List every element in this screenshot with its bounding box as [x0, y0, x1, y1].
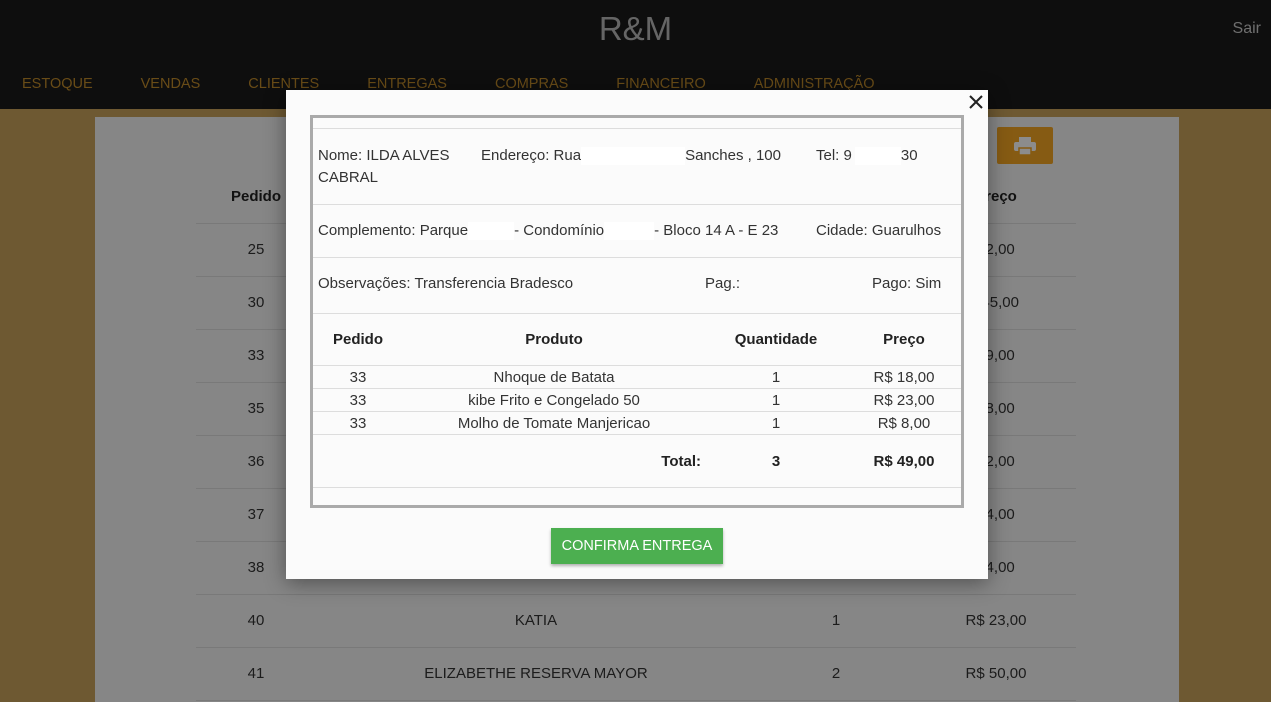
complement-prefix: Complemento: Parque [318, 222, 469, 239]
complement-mid: - Condomínio [514, 222, 605, 239]
address-suffix: Sanches , 100 [685, 147, 781, 164]
customer-complement-row: Complemento: Parque - Condomínio - Bloco 1… [313, 204, 961, 257]
payment-method: Pag.: [705, 275, 741, 292]
total-row: Total: 3 R$ 49,00 [313, 434, 961, 488]
complement-suffix: - Bloco 14 A - E 23 [654, 222, 779, 239]
items-col-quantidade: Quantidade [705, 313, 847, 366]
total-empty [313, 434, 403, 488]
paid-status: Pago: Sim [872, 275, 942, 292]
list-item: 33 kibe Frito e Congelado 50 1 R$ 23,00 [313, 388, 961, 412]
total-price: R$ 49,00 [847, 434, 961, 488]
item-quantidade: 1 [705, 365, 847, 389]
redacted-block [604, 222, 655, 241]
close-icon[interactable] [966, 92, 986, 112]
total-quantity: 3 [705, 434, 847, 488]
items-header-row: Pedido Produto Quantidade Preço [313, 313, 961, 366]
customer-name-cont: CABRAL [318, 169, 379, 186]
total-label: Total: [403, 434, 705, 488]
item-produto: kibe Frito e Congelado 50 [403, 388, 705, 412]
phone-suffix: 30 [900, 147, 918, 164]
item-produto: Molho de Tomate Manjericao [403, 411, 705, 435]
redacted-block [581, 147, 686, 166]
item-pedido: 33 [313, 388, 403, 412]
item-preco: R$ 18,00 [847, 365, 961, 389]
customer-info-row: Nome: ILDA ALVES CABRAL Endereço: Rua San… [313, 128, 961, 204]
item-produto: Nhoque de Batata [403, 365, 705, 389]
item-pedido: 33 [313, 365, 403, 389]
confirm-delivery-button[interactable]: CONFIRMA ENTREGA [551, 528, 723, 564]
item-quantidade: 1 [705, 411, 847, 435]
delivery-modal: Nome: ILDA ALVES CABRAL Endereço: Rua San… [286, 90, 988, 579]
redacted-block [468, 222, 515, 241]
customer-address: Endereço: Rua Sanches , 100 [481, 145, 781, 167]
customer-notes: Observações: Transferencia Bradesco [318, 275, 574, 292]
redacted-block [854, 147, 901, 166]
delivery-receipt: Nome: ILDA ALVES CABRAL Endereço: Rua San… [310, 115, 964, 508]
item-preco: R$ 8,00 [847, 411, 961, 435]
order-items-table: Pedido Produto Quantidade Preço 33 Nhoque… [313, 313, 961, 488]
customer-city: Cidade: Guarulhos [816, 222, 942, 239]
address-prefix: Endereço: Rua [481, 147, 582, 164]
item-quantidade: 1 [705, 388, 847, 412]
item-preco: R$ 23,00 [847, 388, 961, 412]
customer-complement: Complemento: Parque - Condomínio - Bloco 1… [318, 220, 778, 242]
list-item: 33 Nhoque de Batata 1 R$ 18,00 [313, 365, 961, 389]
customer-name: Nome: ILDA ALVES [318, 147, 450, 164]
items-col-produto: Produto [403, 313, 705, 366]
item-pedido: 33 [313, 411, 403, 435]
customer-phone: Tel: 9 30 [816, 145, 918, 167]
phone-prefix: Tel: 9 [816, 147, 855, 164]
items-col-pedido: Pedido [313, 313, 403, 366]
items-col-preco: Preço [847, 313, 961, 366]
customer-payment-row: Observações: Transferencia Bradesco Pag.… [313, 257, 961, 310]
list-item: 33 Molho de Tomate Manjericao 1 R$ 8,00 [313, 411, 961, 435]
